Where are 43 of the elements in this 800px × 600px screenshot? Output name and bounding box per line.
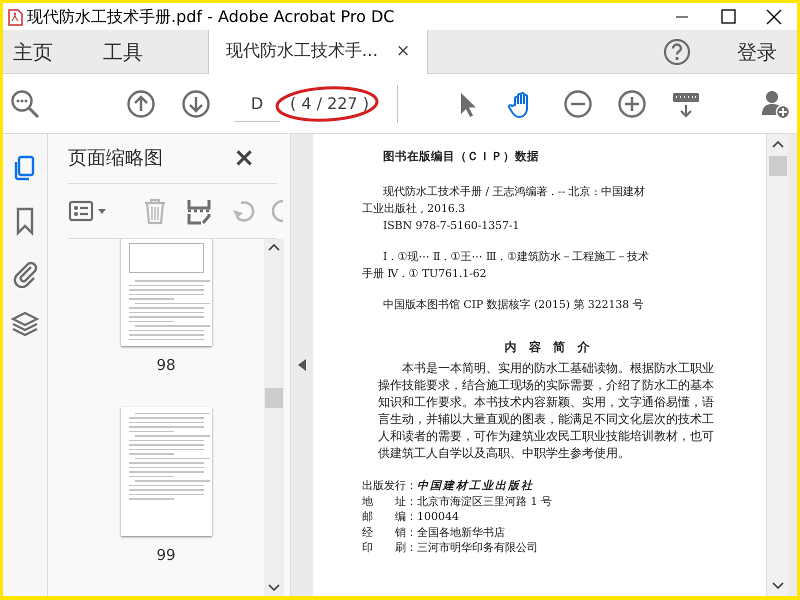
imprint-label: 印 刷： xyxy=(362,540,417,556)
cip-line: 中国版本图书馆 CIP 数据核字 (2015) 第 322138 号 xyxy=(382,297,645,313)
close-icon[interactable] xyxy=(764,8,784,26)
cip-line: ISBN 978-7-5160-1357-1 xyxy=(382,218,520,234)
summary-paragraph: 本书是一本简明、实用的防水工基础读物。根据防水工职业操作技能要求，结合施工现场的实际需要，介绍了防水工的基本知识和工作要求。本书技术内容新颖、实用，文字通俗易懂，语言生动，并辅以大量直观的图表，能满足不同文化层次的技术工人和读者的需要，可作为建筑业农民工职业技能培训教材，也可供建筑工人自学以及高职、中职学生参考使用。 xyxy=(378,360,715,462)
window-title: 现代防水工技术手册.pdf - Adobe Acrobat Pro DC xyxy=(27,6,396,28)
imprint-label: 经 销： xyxy=(362,524,417,540)
cip-line: Ⅰ . ①现⋯ Ⅱ . ①王⋯ Ⅲ . ①建筑防水－工程施工－技术手册 Ⅳ . ① TU761.1-62 xyxy=(362,249,650,282)
cip-heading: 图书在版编目（ＣＩＰ）数据 xyxy=(383,148,540,165)
summary-heading: 内 容 简 介 xyxy=(504,339,594,356)
zoom-out-icon[interactable] xyxy=(562,88,594,120)
panel-title: 页面缩略图 xyxy=(68,146,163,172)
help-icon[interactable] xyxy=(662,36,692,66)
nav-tab[interactable]: 主页 xyxy=(3,30,63,73)
page-count: ( 4 / 227 ) xyxy=(289,94,370,112)
page-number-label: 98 xyxy=(156,355,176,376)
tab-label: 现代防水工技术手... xyxy=(226,40,378,64)
page-number-label: 99 xyxy=(156,544,176,566)
panel-close-button[interactable]: × xyxy=(233,139,255,178)
imprint-value: 中国建材工业出版社 xyxy=(417,478,534,494)
zoom-in-icon[interactable] xyxy=(616,88,648,120)
scroll-up-icon[interactable] xyxy=(268,243,280,251)
imprint-label: 邮 编： xyxy=(362,509,417,524)
scrollbar-thumb[interactable] xyxy=(768,156,786,176)
tab-close-button[interactable]: × xyxy=(396,39,410,65)
imprint-value: 全国各地新华书店 xyxy=(417,524,505,540)
nav-tab[interactable]: 工具 xyxy=(93,30,153,73)
cip-line: 现代防水工技术手册 / 王志鸿编著 . -- 北京 : 中国建材工业出版社 , 2016.3 xyxy=(362,184,646,217)
scroll-down-icon[interactable] xyxy=(268,584,280,592)
scrollbar-thumb[interactable] xyxy=(265,388,283,408)
collapse-arrow-icon[interactable] xyxy=(298,359,306,371)
imprint-value: 北京市海淀区三里河路 1 号 xyxy=(417,494,552,509)
search-icon[interactable] xyxy=(9,88,41,120)
imprint-value: 三河市明华印务有限公司 xyxy=(417,540,538,556)
scroll-down-icon[interactable] xyxy=(772,582,784,590)
imprint-value: 100044 xyxy=(417,509,459,524)
sign-in-link[interactable]: 登录 xyxy=(727,30,787,73)
document-tab[interactable]: 现代防水工技术手... × xyxy=(208,30,428,74)
imprint-label: 出版发行： xyxy=(362,478,417,494)
page-thumbnail[interactable] xyxy=(120,239,212,346)
page-thumbnail[interactable] xyxy=(120,406,212,536)
imprint-label: 地 址： xyxy=(362,494,417,509)
scroll-up-icon[interactable] xyxy=(772,140,784,148)
